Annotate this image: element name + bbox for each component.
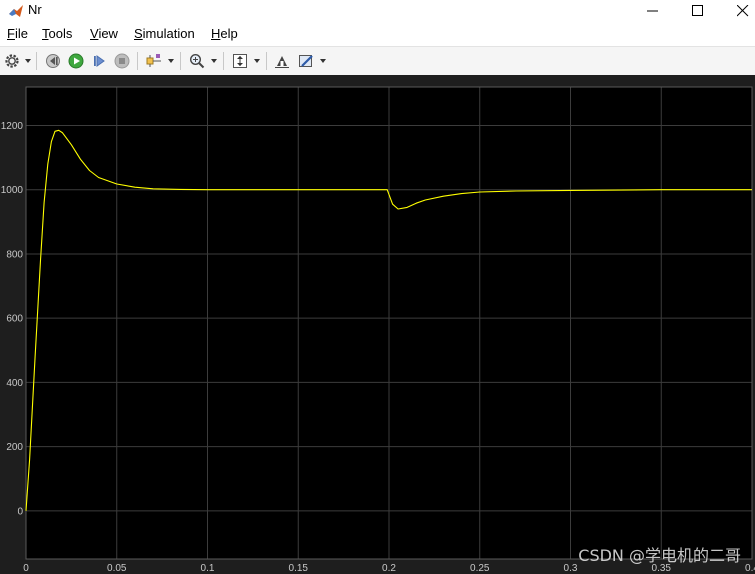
y-tick-label: 0 — [17, 506, 23, 517]
x-tick-label: 0.1 — [201, 563, 215, 574]
edit-button[interactable] — [296, 51, 316, 71]
x-tick-label: 0 — [23, 563, 29, 574]
menu-file-label: ile — [14, 26, 28, 41]
toolbar-separator — [36, 52, 37, 70]
menu-view-label: iew — [98, 26, 118, 41]
y-tick-label: 200 — [6, 442, 23, 453]
y-tick-label: 800 — [6, 249, 23, 260]
x-tick-label: 0.2 — [382, 563, 396, 574]
menu-simulation[interactable]: Simulation — [134, 26, 195, 41]
y-tick-label: 1000 — [1, 185, 24, 196]
watermark-text: CSDN @学电机的二哥 — [578, 546, 741, 565]
zoom-dropdown-icon[interactable] — [211, 59, 217, 63]
maximize-icon — [692, 5, 703, 16]
edit-icon — [299, 55, 313, 67]
menu-help-mnemonic: H — [211, 26, 221, 41]
settings-dropdown-icon[interactable] — [25, 59, 31, 63]
y-tick-label: 1200 — [1, 121, 24, 132]
menu-help[interactable]: Help — [211, 26, 238, 41]
settings-button[interactable] — [2, 51, 22, 71]
close-icon — [737, 5, 749, 17]
minimize-icon — [647, 10, 658, 12]
signal-select-button[interactable] — [144, 51, 164, 71]
zoom-icon — [189, 53, 205, 69]
matlab-logo-icon — [9, 5, 23, 17]
close-button[interactable] — [721, 0, 755, 22]
highlight-button[interactable] — [272, 51, 292, 71]
toolbar-separator — [223, 52, 224, 70]
settings-icon — [5, 54, 19, 68]
run-button[interactable] — [66, 51, 86, 71]
menu-help-label: elp — [220, 26, 238, 41]
menu-simulation-mnemonic: S — [134, 26, 143, 41]
maximize-button[interactable] — [676, 0, 720, 22]
title-bar: Nr — [0, 0, 755, 22]
menu-tools[interactable]: Tools — [42, 26, 72, 41]
signal-select-dropdown-icon[interactable] — [168, 59, 174, 63]
stop-button[interactable] — [112, 51, 132, 71]
autoscale-dropdown-icon[interactable] — [254, 59, 260, 63]
menu-view[interactable]: View — [90, 26, 118, 41]
x-tick-label: 0.05 — [107, 563, 127, 574]
menu-tools-label: ools — [48, 26, 73, 41]
x-tick-label: 0.3 — [564, 563, 578, 574]
step-forward-icon — [94, 55, 105, 67]
autoscale-button[interactable] — [230, 51, 250, 71]
menu-simulation-label: imulation — [142, 26, 195, 41]
toolbar-separator — [180, 52, 181, 70]
window-title: Nr — [28, 2, 42, 17]
stop-icon — [114, 53, 130, 69]
toolbar-separator — [266, 52, 267, 70]
step-back-button[interactable] — [43, 51, 63, 71]
menu-file-mnemonic: F — [7, 26, 15, 41]
scope-plot[interactable]: 00.050.10.150.20.250.30.350.402004006008… — [0, 75, 755, 574]
menu-file[interactable]: File — [7, 26, 28, 41]
step-back-icon — [46, 54, 60, 68]
highlight-icon — [275, 56, 289, 68]
autoscale-icon — [233, 54, 247, 68]
x-tick-label: 0.25 — [470, 563, 490, 574]
line-chart[interactable]: 00.050.10.150.20.250.30.350.402004006008… — [0, 75, 755, 574]
toolbar — [0, 46, 755, 76]
edit-dropdown-icon[interactable] — [320, 59, 326, 63]
zoom-button[interactable] — [187, 51, 207, 71]
x-tick-label: 0.4 — [745, 563, 755, 574]
x-tick-label: 0.15 — [289, 563, 309, 574]
run-icon — [68, 53, 84, 69]
y-tick-label: 400 — [6, 378, 23, 389]
minimize-button[interactable] — [631, 0, 675, 22]
signal-select-icon — [146, 54, 161, 67]
toolbar-separator — [137, 52, 138, 70]
menu-bar: File Tools View Simulation Help — [0, 22, 755, 46]
step-forward-button[interactable] — [89, 51, 109, 71]
y-tick-label: 600 — [6, 314, 23, 325]
